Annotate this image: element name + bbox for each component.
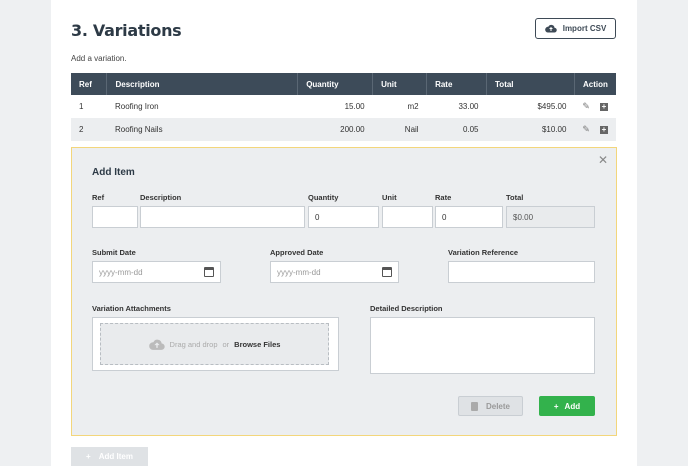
cell-unit: m2 [407, 102, 419, 111]
section-subtitle: Add a variation. [71, 54, 127, 63]
add-label: Add [564, 401, 581, 411]
col-header-description: Description [106, 73, 299, 95]
description-input[interactable] [140, 206, 305, 228]
import-csv-button[interactable]: Import CSV [535, 18, 616, 39]
rate-input[interactable]: 0 [435, 206, 503, 228]
variation-reference-input[interactable] [448, 261, 595, 283]
total-label: Total [506, 193, 524, 202]
detailed-description-label: Detailed Description [370, 304, 443, 313]
quantity-input[interactable]: 0 [308, 206, 379, 228]
cell-rate: 0.05 [426, 118, 487, 141]
cell-quantity: 200.00 [297, 118, 373, 141]
add-button[interactable]: + Add [539, 396, 595, 416]
cell-description: Roofing Iron [114, 102, 159, 111]
unit-label: Unit [382, 193, 397, 202]
cell-ref: 1 [79, 102, 84, 111]
edit-icon[interactable]: ✎ [582, 124, 590, 135]
quantity-label: Quantity [308, 193, 339, 202]
variation-attachments-label: Variation Attachments [92, 304, 171, 313]
col-header-rate: Rate [426, 73, 488, 95]
calendar-icon[interactable] [382, 267, 392, 277]
add-item-button[interactable]: + Add Item [71, 447, 148, 466]
add-item-panel [71, 147, 617, 436]
rate-label: Rate [435, 193, 452, 202]
trash-icon [470, 401, 478, 411]
approved-date-label: Approved Date [270, 248, 324, 257]
col-header-ref: Ref [71, 73, 108, 95]
cell-total: $495.00 [537, 102, 567, 111]
ref-label: Ref [92, 193, 105, 202]
delete-button[interactable]: Delete [458, 396, 523, 416]
col-header-action: Action [574, 73, 616, 95]
variation-reference-label: Variation Reference [448, 248, 519, 257]
detailed-description-textarea[interactable] [370, 317, 595, 374]
browse-files-link[interactable]: Browse Files [234, 340, 280, 349]
expand-icon[interactable]: + [599, 102, 608, 111]
plus-icon: + [553, 401, 559, 411]
expand-icon[interactable]: + [599, 125, 608, 134]
close-icon[interactable]: ✕ [598, 153, 608, 167]
cell-quantity: 15.00 [344, 102, 365, 111]
approved-date-placeholder: yyyy-mm-dd [277, 267, 321, 277]
submit-date-input[interactable]: yyyy-mm-dd [92, 261, 221, 283]
dropzone-or: or [222, 339, 230, 349]
cell-action: ✎ + [574, 95, 616, 118]
col-header-total: Total [486, 73, 575, 95]
approved-date-input[interactable]: yyyy-mm-dd [270, 261, 399, 283]
add-item-label: Add Item [98, 452, 133, 461]
total-field: $0.00 [506, 206, 595, 228]
table-row: 1 Roofing Iron 15.00 m2 33.00 $495.00 ✎ … [71, 95, 616, 118]
plus-icon: + [86, 452, 91, 461]
add-item-title: Add Item [92, 167, 135, 178]
col-header-unit: Unit [372, 73, 428, 95]
submit-date-label: Submit Date [92, 248, 136, 257]
section-title: 3. Variations [71, 21, 182, 40]
submit-date-placeholder: yyyy-mm-dd [99, 267, 143, 277]
description-label: Description [140, 193, 182, 202]
import-csv-label: Import CSV [562, 24, 607, 33]
calendar-icon[interactable] [204, 267, 214, 277]
delete-label: Delete [485, 401, 510, 411]
unit-input[interactable] [382, 206, 433, 228]
table-header-row: Ref Description Quantity Unit Rate Total… [71, 73, 616, 95]
variations-table: Ref Description Quantity Unit Rate Total… [71, 73, 616, 141]
cloud-upload-icon [544, 24, 557, 33]
cell-description: Roofing Nails [106, 118, 298, 141]
cell-ref: 2 [71, 118, 107, 141]
cell-rate: 33.00 [458, 102, 479, 111]
file-dropzone[interactable]: Drag and drop or Browse Files [100, 323, 329, 365]
cell-unit: Nail [372, 118, 427, 141]
dropzone-text: Drag and drop [169, 339, 218, 349]
ref-input[interactable] [92, 206, 138, 228]
edit-icon[interactable]: ✎ [582, 101, 590, 112]
cell-total: $10.00 [486, 118, 575, 141]
table-row: 2 Roofing Nails 200.00 Nail 0.05 $10.00 … [71, 118, 616, 141]
cell-action: ✎ + [574, 118, 616, 141]
col-header-quantity: Quantity [297, 73, 374, 95]
cloud-upload-icon [148, 339, 165, 350]
